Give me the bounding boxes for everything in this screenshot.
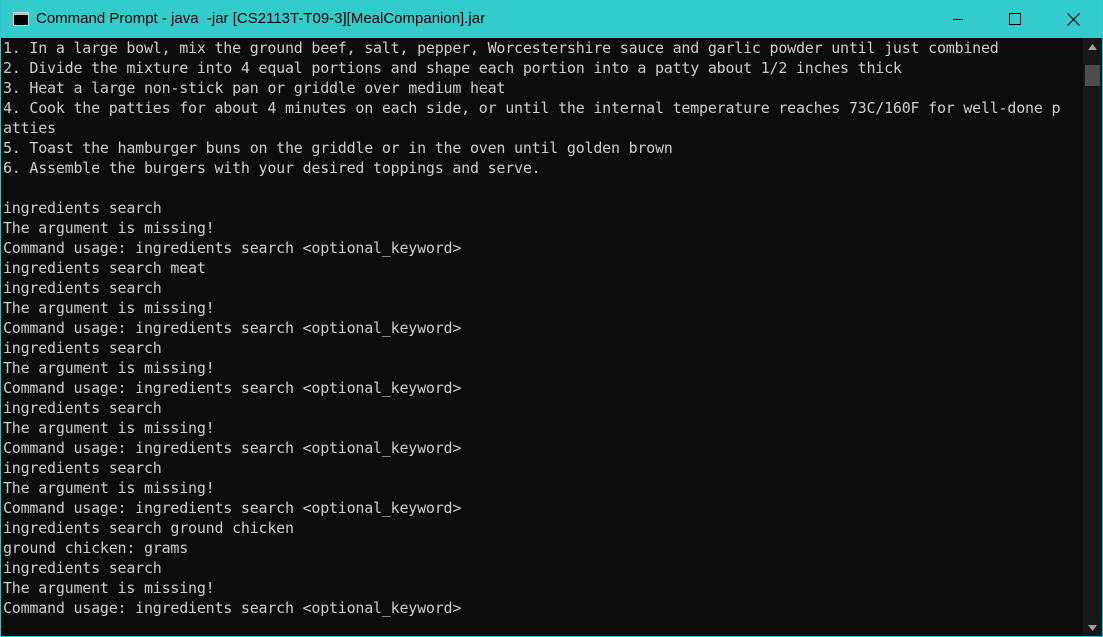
chevron-up-icon xyxy=(1088,43,1097,50)
console-line: The argument is missing! xyxy=(3,479,215,497)
console-line: ground chicken: grams xyxy=(3,539,189,557)
console-line: Command usage: ingredients search <optio… xyxy=(3,499,462,517)
console-line: 3. Heat a large non-stick pan or griddle… xyxy=(3,79,506,97)
console-line: 1. In a large bowl, mix the ground beef,… xyxy=(3,39,999,57)
console-line: ingredients search xyxy=(3,559,162,577)
minimize-button[interactable] xyxy=(929,0,987,38)
console-line: 4. Cook the patties for about 4 minutes … xyxy=(3,99,1061,117)
console-line: ingredients search meat xyxy=(3,259,206,277)
console-line: Command usage: ingredients search <optio… xyxy=(3,439,462,457)
maximize-icon xyxy=(1009,13,1021,25)
console-line: The argument is missing! xyxy=(3,299,215,317)
command-prompt-window: Command Prompt - java -jar [CS2113T-T09-… xyxy=(0,0,1103,637)
scroll-thumb[interactable] xyxy=(1085,65,1100,86)
console-line: ingredients search xyxy=(3,199,162,217)
console-line: atties xyxy=(3,119,56,137)
console-line: ingredients search xyxy=(3,279,162,297)
console-line: Command usage: ingredients search <optio… xyxy=(3,239,462,257)
maximize-button[interactable] xyxy=(986,0,1044,38)
console-line: Command usage: ingredients search <optio… xyxy=(3,319,462,337)
console-line: 5. Toast the hamburger buns on the gridd… xyxy=(3,139,673,157)
console-line: The argument is missing! xyxy=(3,579,215,597)
console-line: ingredients search xyxy=(3,459,162,477)
minimize-icon xyxy=(953,19,963,20)
console-line: 6. Assemble the burgers with your desire… xyxy=(3,159,541,177)
command-prompt-icon[interactable] xyxy=(13,12,29,26)
console-line: 2. Divide the mixture into 4 equal porti… xyxy=(3,59,902,77)
scroll-down-button[interactable] xyxy=(1083,619,1102,636)
console-line: The argument is missing! xyxy=(3,419,215,437)
close-button[interactable] xyxy=(1044,0,1102,38)
vertical-scrollbar[interactable] xyxy=(1083,38,1102,636)
close-icon xyxy=(1066,12,1080,26)
console-output[interactable]: 1. In a large bowl, mix the ground beef,… xyxy=(1,38,1083,636)
console-line: ingredients search ground chicken xyxy=(3,519,294,537)
window-title: Command Prompt - java -jar [CS2113T-T09-… xyxy=(36,10,486,27)
console-text: 1. In a large bowl, mix the ground beef,… xyxy=(1,38,1083,618)
console-line: Command usage: ingredients search <optio… xyxy=(3,599,462,617)
console-line: The argument is missing! xyxy=(3,219,215,237)
console-line: Command usage: ingredients search <optio… xyxy=(3,379,462,397)
console-line: ingredients search xyxy=(3,339,162,357)
scroll-up-button[interactable] xyxy=(1083,38,1102,55)
title-bar[interactable]: Command Prompt - java -jar [CS2113T-T09-… xyxy=(1,0,1102,38)
chevron-down-icon xyxy=(1088,624,1097,631)
console-line: The argument is missing! xyxy=(3,359,215,377)
console-line: ingredients search xyxy=(3,399,162,417)
